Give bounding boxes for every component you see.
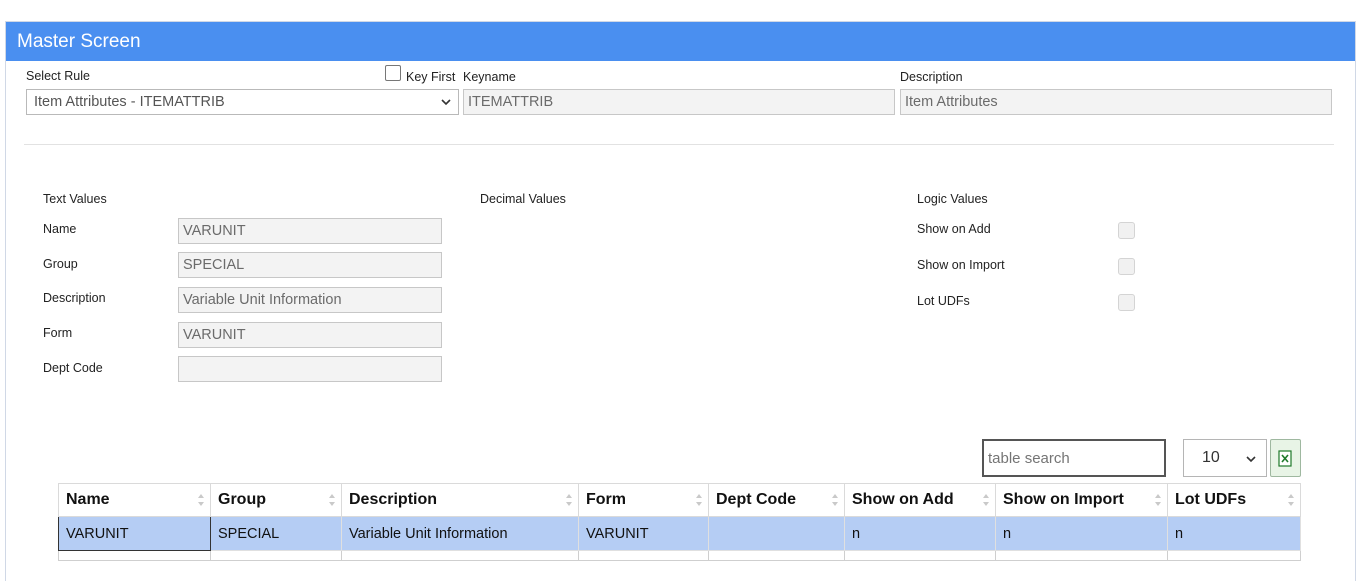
sort-icon [329,494,335,506]
cell-lot-udfs[interactable]: n [1167,516,1301,551]
column-header-label: Show on Add [852,491,954,508]
text-description-field[interactable] [178,287,442,313]
column-header-description[interactable]: Description [341,483,579,517]
column-header-show-on-add[interactable]: Show on Add [844,483,996,517]
cell-description[interactable]: Variable Unit Information [341,516,579,551]
name-field[interactable] [178,218,442,244]
cell-name[interactable]: VARUNIT [58,516,211,551]
show-on-add-label: Show on Add [917,222,991,236]
lot-udfs-checkbox[interactable] [1118,294,1135,311]
lot-udfs-label: Lot UDFs [917,294,970,308]
sort-icon [198,494,204,506]
decimal-values-heading: Decimal Values [480,192,566,206]
dept-code-field[interactable] [178,356,442,382]
table-row[interactable]: VARUNIT SPECIAL Variable Unit Informatio… [58,516,1301,551]
excel-icon [1278,450,1292,467]
cell[interactable] [995,550,1168,561]
name-label: Name [43,222,77,236]
panel-title: Master Screen [6,22,1355,61]
table-header-row: Name Group Description Form Dept Code Sh… [58,483,1301,517]
description-field[interactable] [900,89,1332,115]
show-on-add-checkbox[interactable] [1118,222,1135,239]
column-header-label: Group [218,491,266,508]
form-field[interactable] [178,322,442,348]
column-header-label: Form [586,491,626,508]
group-label: Group [43,257,78,271]
keyname-field[interactable] [463,89,895,115]
sort-icon [1155,494,1161,506]
cell[interactable] [341,550,579,561]
key-first-label: Key First [406,70,456,84]
cell-form[interactable]: VARUNIT [578,516,709,551]
cell[interactable] [844,550,996,561]
logic-values-heading: Logic Values [917,192,988,206]
select-rule-value: Item Attributes - ITEMATTRIB [34,94,225,110]
group-field[interactable] [178,252,442,278]
text-values-heading: Text Values [43,192,107,206]
dept-code-label: Dept Code [43,361,103,375]
select-rule-dropdown[interactable]: Item Attributes - ITEMATTRIB [26,89,459,115]
column-header-label: Lot UDFs [1175,491,1247,508]
table-search-input[interactable] [982,439,1166,477]
cell-show-on-import[interactable]: n [995,516,1168,551]
select-rule-label: Select Rule [26,69,90,83]
keyname-label: Keyname [463,70,516,84]
cell[interactable] [578,550,709,561]
description-label: Description [900,70,963,84]
column-header-label: Show on Import [1003,491,1124,508]
show-on-import-label: Show on Import [917,258,1005,272]
cell-group[interactable]: SPECIAL [210,516,342,551]
form-label: Form [43,326,73,340]
cell[interactable] [210,550,342,561]
column-header-show-on-import[interactable]: Show on Import [995,483,1168,517]
column-header-group[interactable]: Group [210,483,342,517]
divider [24,144,1334,145]
table-row-partial[interactable] [58,550,1301,561]
page-size-select[interactable]: 10 [1183,439,1267,477]
column-header-name[interactable]: Name [58,483,211,517]
chevron-down-icon [1246,456,1256,463]
data-table: Name Group Description Form Dept Code Sh… [58,483,1301,561]
cell[interactable] [708,550,845,561]
column-header-dept-code[interactable]: Dept Code [708,483,845,517]
column-header-label: Dept Code [716,491,796,508]
column-header-label: Name [66,491,110,508]
column-header-form[interactable]: Form [578,483,709,517]
sort-icon [983,494,989,506]
sort-icon [1288,494,1294,506]
cell[interactable] [1167,550,1301,561]
column-header-lot-udfs[interactable]: Lot UDFs [1167,483,1301,517]
excel-export-button[interactable] [1270,439,1301,477]
column-header-label: Description [349,491,438,508]
chevron-down-icon [441,99,451,106]
cell-dept-code[interactable] [708,516,845,551]
key-first-checkbox[interactable] [385,65,401,81]
show-on-import-checkbox[interactable] [1118,258,1135,275]
text-description-label: Description [43,291,106,305]
sort-icon [566,494,572,506]
sort-icon [832,494,838,506]
sort-icon [696,494,702,506]
cell-show-on-add[interactable]: n [844,516,996,551]
cell[interactable] [58,550,211,561]
page-size-value: 10 [1202,449,1220,466]
